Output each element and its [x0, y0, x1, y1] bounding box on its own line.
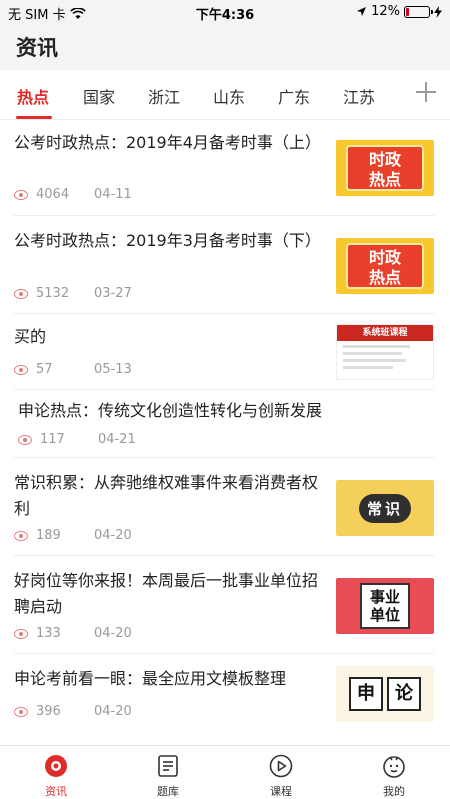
tabbar-label: 题库 — [157, 785, 179, 798]
thumb-text: 事业 — [369, 588, 400, 606]
tab-national[interactable]: 国家 — [83, 84, 115, 108]
news-meta: 117 04-21 — [18, 432, 136, 447]
news-icon — [45, 755, 67, 777]
news-item[interactable]: 常识积累：从奔驰维权难事件来看消费者权利 189 04-20 常识 — [14, 458, 434, 556]
thumb-text: 单位 — [369, 606, 400, 624]
tabbar-label: 我的 — [383, 785, 405, 798]
tab-hot[interactable]: 热点 — [17, 84, 49, 108]
battery-percent: 12% — [371, 4, 400, 19]
battery-icon — [404, 5, 433, 18]
news-date: 04-20 — [94, 704, 132, 719]
views-eye-icon — [14, 364, 28, 375]
news-thumbnail: 系统班课程 — [336, 324, 434, 380]
app-header: 资讯 — [0, 24, 450, 70]
thumb-text: 申 — [349, 677, 383, 711]
view-count: 5132 — [36, 286, 70, 301]
tab-guangdong[interactable]: 广东 — [278, 84, 310, 108]
views-eye-icon — [14, 530, 28, 541]
tab-shandong[interactable]: 山东 — [213, 84, 245, 108]
news-date: 05-13 — [94, 362, 132, 377]
news-date: 04-11 — [94, 187, 132, 202]
news-title: 公考时政热点：2019年4月备考时事（上） — [14, 133, 321, 152]
view-count: 189 — [36, 528, 61, 543]
tabbar-question-bank[interactable]: 题库 — [112, 746, 224, 799]
news-item[interactable]: 公考时政热点：2019年4月备考时事（上） 4064 04-11 时政 热点 — [14, 120, 434, 216]
bottom-tab-bar: 资讯 题库 课程 我的 — [0, 745, 450, 799]
course-play-icon — [269, 754, 293, 778]
thumb-text: 论 — [387, 677, 421, 711]
news-item[interactable]: 好岗位等你来报！本周最后一批事业单位招聘启动 133 04-20 事业 单位 — [14, 556, 434, 654]
news-date: 04-20 — [94, 626, 132, 641]
views-eye-icon — [14, 288, 28, 299]
news-thumbnail: 时政 热点 — [336, 238, 434, 294]
views-eye-icon — [18, 434, 32, 445]
view-count: 396 — [36, 704, 61, 719]
news-date: 04-21 — [98, 432, 136, 447]
views-eye-icon — [14, 628, 28, 639]
news-date: 04-20 — [94, 528, 132, 543]
thumb-badge: 事业 单位 — [359, 583, 410, 629]
question-bank-icon — [158, 755, 178, 777]
news-thumbnail: 时政 热点 — [336, 140, 434, 196]
news-thumbnail: 常识 — [336, 480, 434, 536]
status-bar: 无 SIM 卡 下午4:36 12% — [0, 0, 450, 24]
battery-level-fill — [406, 7, 409, 16]
view-count: 117 — [40, 432, 65, 447]
news-meta: 189 04-20 — [14, 528, 132, 543]
news-title: 申论考前看一眼：最全应用文模板整理 — [14, 669, 287, 688]
news-meta: 57 05-13 — [14, 362, 132, 377]
thumb-text: 热点 — [368, 268, 401, 287]
news-item[interactable]: 买的 57 05-13 系统班课程 — [14, 314, 434, 390]
news-meta: 5132 03-27 — [14, 286, 132, 301]
tabbar-news[interactable]: 资讯 — [0, 746, 112, 799]
tabbar-label: 课程 — [270, 785, 292, 798]
views-eye-icon — [14, 189, 28, 200]
view-count: 133 — [36, 626, 61, 641]
news-item[interactable]: 申论热点：传统文化创造性转化与创新发展 117 04-21 — [14, 390, 434, 458]
news-date: 03-27 — [94, 286, 132, 301]
category-tabs: 热点 国家 浙江 山东 广东 江苏 — [0, 70, 450, 120]
news-item[interactable]: 公考时政热点：2019年3月备考时事（下） 5132 03-27 时政 热点 — [14, 216, 434, 314]
news-title: 买的 — [14, 327, 47, 346]
charging-bolt-icon — [434, 5, 442, 18]
status-bar-right: 12% — [356, 4, 442, 19]
thumb-text: 时政 — [368, 150, 401, 169]
profile-icon — [383, 756, 405, 778]
hot-topic-badge: 时政 热点 — [346, 243, 424, 289]
tab-zhejiang[interactable]: 浙江 — [148, 84, 180, 108]
thumb-text: 常识 — [358, 493, 411, 523]
thumb-text: 时政 — [368, 248, 401, 267]
active-tab-indicator — [16, 116, 52, 119]
news-title: 公考时政热点：2019年3月备考时事（下） — [14, 231, 321, 250]
news-title: 申论热点：传统文化创造性转化与创新发展 — [18, 401, 323, 420]
news-item[interactable]: 申论考前看一眼：最全应用文模板整理 396 04-20 申 论 — [14, 654, 434, 744]
tab-jiangsu[interactable]: 江苏 — [343, 84, 375, 108]
location-arrow-icon — [357, 7, 367, 16]
news-meta: 4064 04-11 — [14, 187, 132, 202]
course-banner-title: 系统班课程 — [337, 325, 433, 341]
view-count: 57 — [36, 362, 53, 377]
news-title: 常识积累：从奔驰维权难事件来看消费者权利 — [14, 473, 319, 518]
news-thumbnail: 申 论 — [336, 666, 434, 722]
news-title: 好岗位等你来报！本周最后一批事业单位招聘启动 — [14, 571, 319, 616]
course-list-lines — [337, 341, 433, 377]
news-thumbnail: 事业 单位 — [336, 578, 434, 634]
hot-topic-badge: 时政 热点 — [346, 145, 424, 191]
tabbar-course[interactable]: 课程 — [225, 746, 337, 799]
news-meta: 396 04-20 — [14, 704, 132, 719]
page-title: 资讯 — [16, 36, 58, 60]
add-tab-icon[interactable] — [414, 80, 438, 104]
thumb-text: 热点 — [368, 170, 401, 189]
views-eye-icon — [14, 706, 28, 717]
tabbar-label: 资讯 — [45, 785, 67, 798]
news-meta: 133 04-20 — [14, 626, 132, 641]
view-count: 4064 — [36, 187, 70, 202]
tabbar-profile[interactable]: 我的 — [338, 746, 450, 799]
